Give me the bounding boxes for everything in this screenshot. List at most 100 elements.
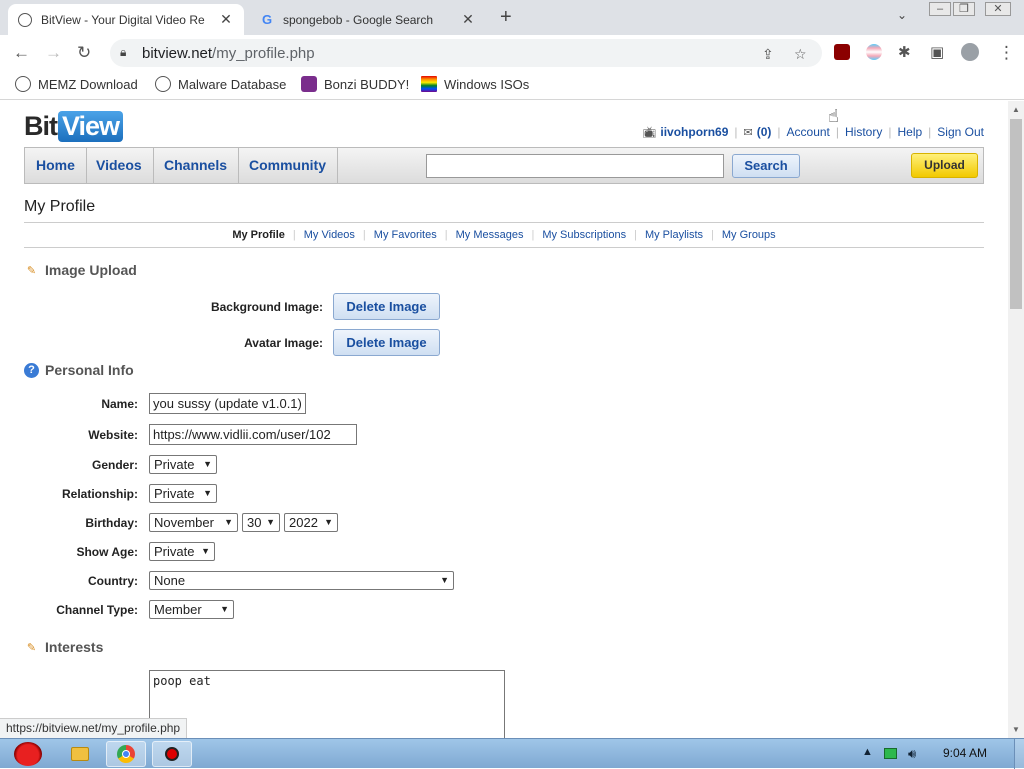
back-icon[interactable]: ← bbox=[13, 43, 30, 63]
bookmark-bonzi[interactable]: Bonzi BUDDY! bbox=[301, 76, 409, 92]
logo-bit: Bit bbox=[24, 110, 58, 141]
page-scrollbar[interactable]: ▲ ▼ bbox=[1008, 101, 1024, 738]
birthday-year-select[interactable]: 2022 ▼ bbox=[284, 513, 338, 532]
clock[interactable]: 9:04 AM bbox=[943, 746, 987, 760]
ublock-icon[interactable] bbox=[834, 44, 850, 60]
tab-bitview[interactable]: BitView - Your Digital Video Re ✕ bbox=[8, 4, 244, 35]
globe-icon bbox=[155, 76, 171, 92]
scroll-thumb[interactable] bbox=[1010, 119, 1022, 309]
bookmark-label: Bonzi BUDDY! bbox=[324, 76, 410, 92]
close-tab-icon[interactable]: ✕ bbox=[460, 11, 476, 28]
chevron-down-icon: ▼ bbox=[201, 546, 210, 556]
nav-videos[interactable]: Videos bbox=[85, 148, 154, 183]
show-age-select[interactable]: Private ▼ bbox=[149, 542, 215, 561]
show-age-label: Show Age: bbox=[76, 545, 138, 559]
relationship-select[interactable]: Private ▼ bbox=[149, 484, 217, 503]
side-panel-icon[interactable]: ▣ bbox=[930, 43, 944, 61]
minimize-button[interactable]: – bbox=[929, 2, 951, 16]
messages-count-link[interactable]: (0) bbox=[757, 125, 772, 139]
subnav-my-profile[interactable]: My Profile bbox=[224, 229, 293, 241]
channel-type-select[interactable]: Member ▼ bbox=[149, 600, 234, 619]
forward-icon[interactable]: → bbox=[45, 43, 62, 63]
search-input[interactable] bbox=[426, 154, 724, 178]
sign-out-link[interactable]: Sign Out bbox=[937, 125, 984, 139]
account-link[interactable]: Account bbox=[787, 125, 830, 139]
scroll-down-icon[interactable]: ▼ bbox=[1012, 725, 1020, 734]
name-label: Name: bbox=[101, 397, 138, 411]
google-icon: G bbox=[261, 12, 273, 27]
subnav-my-groups[interactable]: My Groups bbox=[714, 229, 784, 241]
subnav-my-subscriptions[interactable]: My Subscriptions bbox=[534, 229, 634, 241]
close-tab-icon[interactable]: ✕ bbox=[218, 11, 234, 28]
country-select[interactable]: None ▼ bbox=[149, 571, 454, 590]
upload-button[interactable]: Upload bbox=[911, 153, 978, 178]
tab-title: BitView - Your Digital Video Re bbox=[41, 12, 205, 27]
network-icon[interactable] bbox=[884, 748, 897, 759]
interests-textarea[interactable]: poop eat bbox=[149, 670, 505, 738]
globe-icon bbox=[18, 12, 32, 27]
nav-channels[interactable]: Channels bbox=[153, 148, 240, 183]
lock-icon[interactable]: 🔒︎ bbox=[120, 45, 126, 60]
tv-icon: 📺︎ bbox=[642, 126, 657, 139]
select-value: November bbox=[154, 515, 214, 530]
puzzle-icon[interactable]: ✱ bbox=[898, 43, 911, 61]
search-button[interactable]: Search bbox=[732, 154, 800, 178]
website-input[interactable]: https://www.vidlii.com/user/102 bbox=[149, 424, 357, 445]
subnav-my-favorites[interactable]: My Favorites bbox=[366, 229, 445, 241]
web-page: Bit View 📺︎ iivohporn69 | ✉ (0) | Accoun… bbox=[0, 101, 1008, 738]
taskbar-chrome[interactable] bbox=[106, 741, 146, 767]
pencil-icon: ✎ bbox=[26, 641, 37, 654]
birthday-label: Birthday: bbox=[85, 516, 138, 530]
bookmark-label: Malware Database bbox=[178, 76, 287, 92]
taskbar-explorer[interactable] bbox=[60, 741, 100, 767]
subnav-my-videos[interactable]: My Videos bbox=[296, 229, 363, 241]
profile-avatar-icon[interactable] bbox=[961, 43, 979, 61]
select-value: Private bbox=[154, 457, 195, 472]
history-link[interactable]: History bbox=[845, 125, 882, 139]
globe-icon bbox=[15, 76, 31, 92]
scroll-up-icon[interactable]: ▲ bbox=[1012, 105, 1020, 114]
show-hidden-icons-icon[interactable]: ▲ bbox=[862, 746, 873, 758]
bitview-logo[interactable]: Bit View bbox=[24, 109, 124, 143]
name-input[interactable]: you sussy (update v1.0.1) bbox=[149, 393, 306, 414]
tab-google[interactable]: G spongebob - Google Search ✕ bbox=[250, 4, 486, 35]
tab-search-chevron-icon[interactable]: ⌄ bbox=[897, 8, 907, 22]
delete-avatar-button[interactable]: Delete Image bbox=[333, 329, 440, 356]
birthday-month-select[interactable]: November ▼ bbox=[149, 513, 238, 532]
start-button[interactable] bbox=[6, 741, 50, 767]
extension-icon[interactable] bbox=[866, 44, 882, 60]
bookmark-windows[interactable]: Windows ISOs bbox=[421, 76, 529, 92]
taskbar-recorder[interactable] bbox=[152, 741, 192, 767]
section-title: Interests bbox=[45, 639, 104, 655]
omnibox[interactable]: 🔒︎ bitview.net/my_profile.php ⇪ ☆ bbox=[110, 39, 822, 67]
reload-icon[interactable]: ↻ bbox=[77, 43, 91, 63]
volume-icon[interactable]: 🔊︎ bbox=[908, 746, 916, 762]
username-link[interactable]: iivohporn69 bbox=[660, 125, 728, 139]
select-value: Member bbox=[154, 602, 202, 617]
nav-home[interactable]: Home bbox=[25, 148, 87, 183]
bookmark-memz[interactable]: MEMZ Download bbox=[15, 76, 138, 92]
select-value: None bbox=[154, 573, 186, 588]
subnav-my-messages[interactable]: My Messages bbox=[448, 229, 532, 241]
divider: | bbox=[777, 125, 781, 139]
country-label: Country: bbox=[88, 574, 138, 588]
delete-background-button[interactable]: Delete Image bbox=[333, 293, 440, 320]
nav-community[interactable]: Community bbox=[238, 148, 338, 183]
tab-title: spongebob - Google Search bbox=[283, 12, 434, 27]
envelope-icon: ✉ bbox=[743, 126, 753, 139]
gender-select[interactable]: Private ▼ bbox=[149, 455, 217, 474]
bookmark-star-icon[interactable]: ☆ bbox=[794, 46, 807, 63]
help-link[interactable]: Help bbox=[897, 125, 922, 139]
chevron-down-icon: ▼ bbox=[324, 517, 333, 527]
menu-kebab-icon[interactable]: ⋮ bbox=[998, 43, 1015, 63]
show-desktop-button[interactable] bbox=[1014, 739, 1024, 769]
restore-button[interactable]: ❐ bbox=[953, 2, 975, 16]
share-icon[interactable]: ⇪ bbox=[762, 46, 774, 63]
birthday-day-select[interactable]: 30 ▼ bbox=[242, 513, 280, 532]
close-window-button[interactable]: ✕ bbox=[985, 2, 1011, 16]
bookmark-malware[interactable]: Malware Database bbox=[155, 76, 286, 92]
new-tab-button[interactable]: + bbox=[500, 6, 512, 29]
divider: | bbox=[734, 125, 738, 139]
logo-view: View bbox=[58, 110, 124, 142]
subnav-my-playlists[interactable]: My Playlists bbox=[637, 229, 711, 241]
